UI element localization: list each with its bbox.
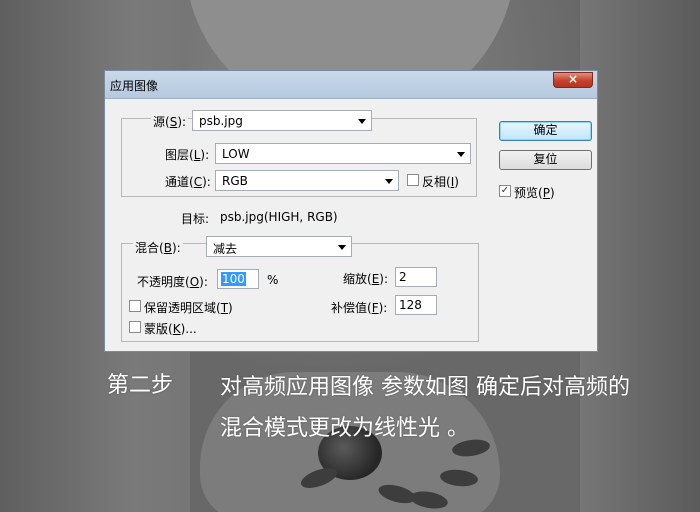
preserve-transparency-checkbox[interactable]	[129, 300, 141, 312]
close-icon: ×	[567, 72, 579, 86]
target-label: 目标:	[181, 210, 210, 227]
opacity-input[interactable]: 100	[217, 269, 259, 289]
channel-label: 通道(C):	[165, 173, 211, 190]
chevron-down-icon	[358, 119, 366, 124]
blending-select[interactable]: 减去	[206, 236, 352, 257]
source-label: 源(S):	[151, 113, 189, 130]
invert-checkbox[interactable]	[407, 174, 419, 186]
reset-button[interactable]: 复位	[499, 150, 592, 170]
mask-label: 蒙版(K)...	[144, 320, 197, 337]
caption-line-2: 混合模式更改为线性光 。	[220, 416, 469, 441]
ok-button[interactable]: 确定	[499, 121, 592, 141]
hair-right	[580, 0, 700, 512]
source-select[interactable]: psb.jpg	[192, 110, 372, 131]
dialog-titlebar: 应用图像 ×	[105, 71, 597, 99]
mask-checkbox[interactable]	[129, 321, 141, 333]
opacity-label: 不透明度(O):	[137, 273, 208, 290]
preview-label: 预览(P)	[514, 184, 555, 201]
offset-label: 补偿值(F):	[331, 299, 388, 316]
close-button[interactable]: ×	[553, 72, 593, 88]
blending-label: 混合(B):	[133, 239, 183, 256]
target-value: psb.jpg(HIGH, RGB)	[220, 210, 338, 224]
scale-label: 缩放(E):	[343, 270, 389, 287]
preview-checkbox[interactable]: ✓	[499, 185, 511, 197]
channel-select[interactable]: RGB	[215, 170, 399, 191]
chevron-down-icon	[338, 245, 346, 250]
layer-label: 图层(L):	[165, 146, 210, 163]
checkmark-icon: ✓	[500, 185, 510, 196]
dialog-title: 应用图像	[110, 79, 159, 93]
preserve-transparency-label: 保留透明区域(T)	[144, 299, 233, 316]
chevron-down-icon	[457, 152, 465, 157]
chevron-down-icon	[385, 179, 393, 184]
scale-input[interactable]: 2	[395, 267, 437, 287]
apply-image-dialog: 应用图像 × 源(S): psb.jpg 图层(L): LOW 通道(C): R…	[104, 70, 598, 352]
caption-line-1: 对高频应用图像 参数如图 确定后对高频的	[220, 375, 630, 400]
opacity-unit: %	[267, 273, 279, 287]
step-label: 第二步	[107, 373, 174, 398]
invert-label: 反相(I)	[422, 173, 459, 190]
layer-select[interactable]: LOW	[215, 143, 471, 164]
offset-input[interactable]: 128	[395, 295, 437, 315]
